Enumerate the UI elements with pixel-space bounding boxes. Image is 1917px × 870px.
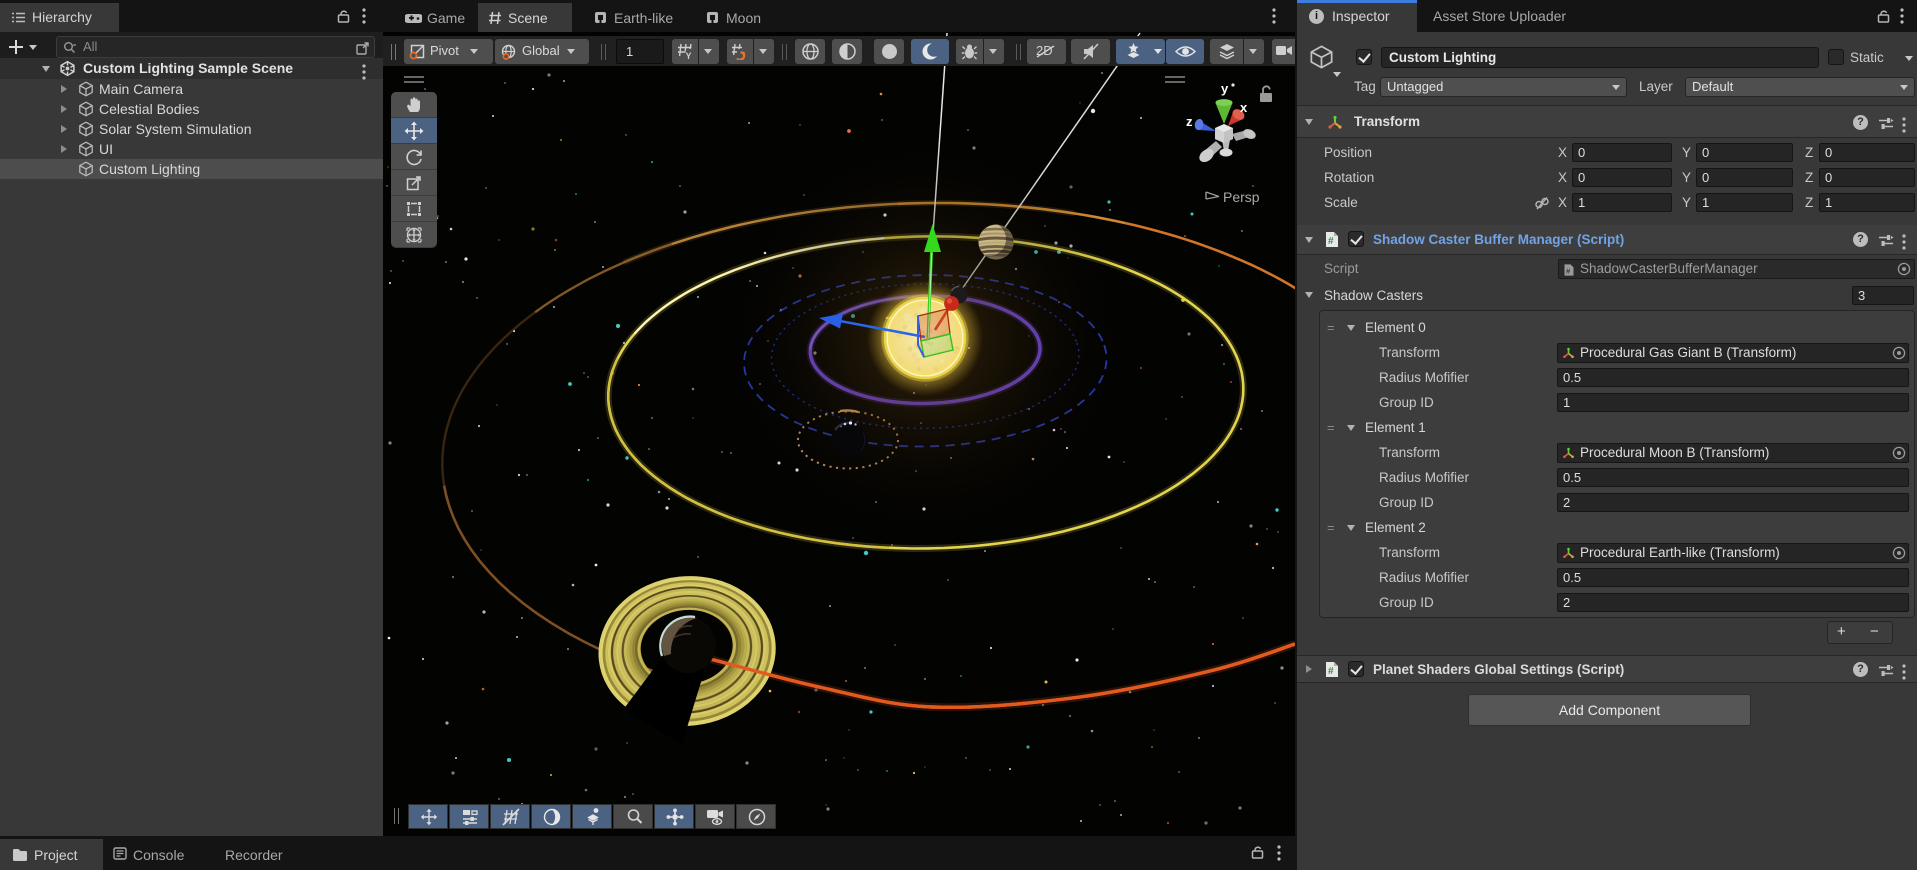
svg-text:#: # [1328, 666, 1334, 677]
svg-text:#: # [1328, 236, 1334, 247]
svg-text:z: z [1186, 114, 1193, 129]
svg-text:Y: Y [686, 51, 692, 60]
svg-text:x: x [1240, 100, 1248, 115]
svg-text:Persp: Persp [1223, 189, 1260, 205]
svg-text:y: y [1221, 81, 1229, 96]
